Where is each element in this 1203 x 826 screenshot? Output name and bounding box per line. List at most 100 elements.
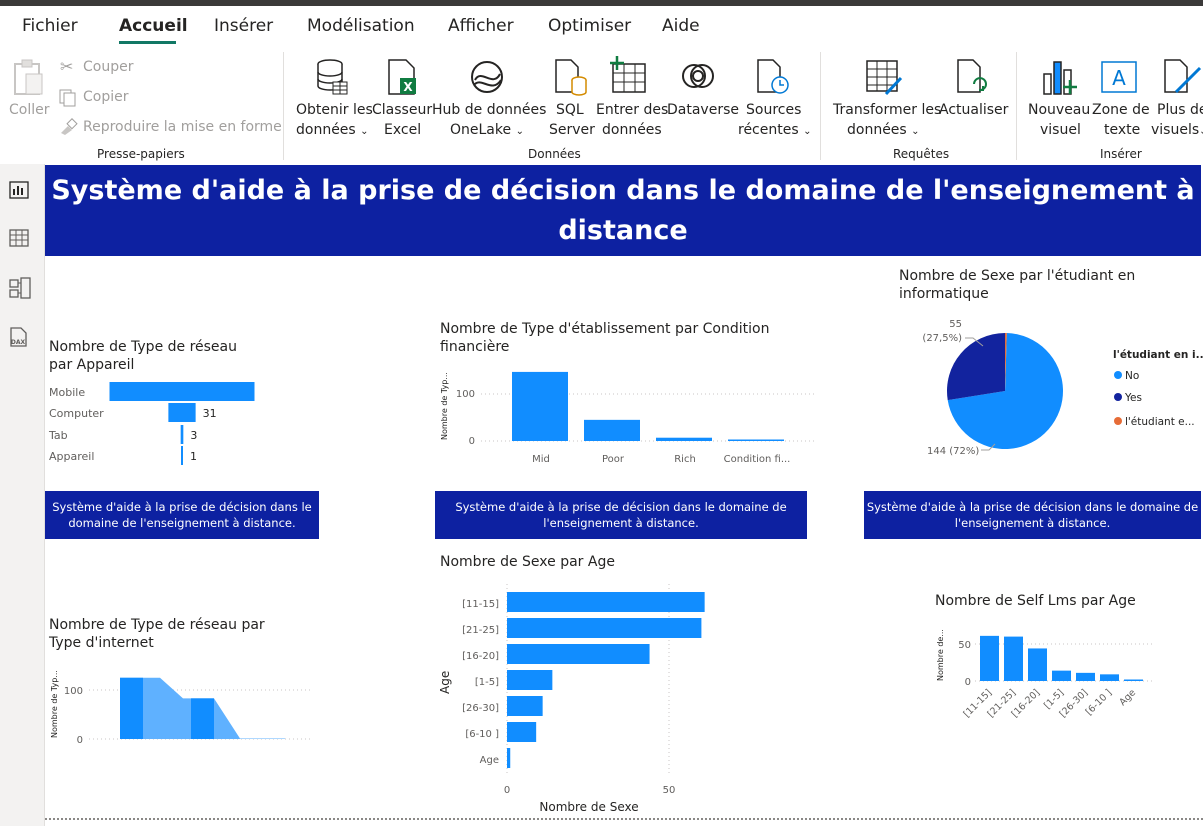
category-label-tab: Tab [48, 429, 68, 442]
refresh-label: Actualiser [939, 102, 1009, 118]
bar-mobile[interactable] [109, 382, 255, 401]
bar-tab[interactable] [180, 425, 184, 444]
column-chart-self-lms: Nombre de... 50 0 [11-15][21-25][16-20][… [936, 629, 1155, 720]
pie-chart-it-student: 55 (27,5%) 144 (72%) l'étudiant en i... … [922, 319, 1203, 457]
menu-afficher[interactable]: Afficher [448, 16, 514, 36]
menu-bar: Fichier Accueil Insérer Modélisation Aff… [0, 6, 1203, 46]
column-self-lms-1[interactable] [1004, 636, 1023, 681]
excel-label-2: Excel [384, 122, 422, 138]
bar-age-6[interactable] [507, 748, 511, 768]
transform-label: Transformer les [833, 102, 942, 118]
menu-accueil[interactable]: Accueil [119, 16, 188, 36]
visual-title: Nombre de Type d'établissement par Condi… [440, 321, 770, 355]
y-tick-50: 50 [958, 640, 971, 651]
data-label-yes-pct: (27,5%) [922, 333, 962, 344]
menu-aide[interactable]: Aide [662, 16, 700, 36]
bar-appareil[interactable] [181, 446, 183, 465]
visual-title: Nombre de Sexe par Age [440, 554, 615, 570]
chevron-down-icon: ⌄ [360, 126, 369, 137]
area-highlight [120, 677, 143, 739]
bar-age-3[interactable] [507, 670, 553, 690]
column-condition[interactable] [728, 439, 784, 442]
legend-item-yes[interactable]: Yes [1124, 392, 1142, 404]
new-visual-label-2: visuel [1040, 122, 1081, 138]
paintbrush-icon [61, 118, 78, 135]
transform-data-icon [866, 60, 903, 96]
data-label-no: 144 (72%) [927, 446, 979, 457]
sql-label-2: Server [549, 122, 595, 138]
column-self-lms-5[interactable] [1100, 674, 1119, 681]
column-poor[interactable] [584, 419, 640, 441]
menu-modelisation[interactable]: Modélisation [307, 16, 415, 36]
get-data-label-2: données [296, 122, 356, 138]
bar-age-0[interactable] [507, 592, 705, 612]
x-tick-50: 50 [663, 785, 676, 796]
dax-query-view-icon[interactable]: DAX [8, 326, 32, 350]
legend-item-no[interactable]: No [1125, 370, 1139, 382]
data-label-yes-count: 55 [949, 319, 962, 330]
recent-sources-icon [757, 59, 789, 94]
onelake-icon [471, 61, 503, 93]
bar-age-4[interactable] [507, 696, 543, 716]
bar-age-2[interactable] [507, 644, 650, 664]
view-switcher: DAX [0, 164, 45, 826]
onelake-label: Hub de données [432, 102, 547, 118]
svg-text:A: A [1112, 66, 1126, 90]
new-visual-label: Nouveau [1028, 102, 1091, 118]
ribbon-separator [820, 52, 821, 160]
table-view-icon[interactable] [8, 228, 30, 248]
column-self-lms-6[interactable] [1124, 679, 1143, 682]
excel-label: Classeur [372, 102, 433, 118]
column-self-lms-4[interactable] [1076, 672, 1095, 681]
get-data-label: Obtenir les [296, 102, 373, 118]
bar-age-5[interactable] [507, 722, 537, 742]
bar-chart-age: Age [11-15] [21-25] [16-20] [1-5] [26-30… [438, 584, 705, 814]
onelake-label-2: OneLake [450, 122, 512, 138]
copy-label: Copier [83, 89, 129, 105]
legend-item-other[interactable]: l'étudiant e... [1125, 416, 1195, 428]
caption-box-right: Système d'aide à la prise de décision da… [864, 491, 1201, 539]
model-view-icon[interactable] [8, 276, 32, 300]
transform-label-2: données [847, 122, 907, 138]
chevron-down-icon: ⌄ [911, 126, 920, 137]
insert-group-label: Insérer [1100, 147, 1142, 161]
textbox-label: Zone de [1092, 102, 1150, 118]
data-label-tab: 3 [190, 429, 197, 442]
report-canvas: Système d'aide à la prise de décision da… [45, 164, 1203, 826]
menu-inserer[interactable]: Insérer [214, 16, 273, 36]
category-label: [6-10 ] [465, 729, 499, 740]
column-self-lms-0[interactable] [980, 635, 999, 681]
recent-sources-label-2: récentes [738, 122, 799, 138]
y-tick-100: 100 [64, 686, 83, 697]
cut-label: Couper [83, 59, 134, 75]
svg-text:X: X [403, 80, 413, 94]
dataverse-label: Dataverse [667, 102, 739, 118]
category-label: [16-20] [462, 651, 499, 662]
column-mid[interactable] [512, 371, 568, 441]
y-tick-100: 100 [456, 389, 475, 400]
area-highlight [191, 698, 214, 739]
ribbon: Coller ✂ Couper Copier Reproduire la mis… [0, 46, 1203, 165]
column-self-lms-3[interactable] [1052, 670, 1071, 681]
y-tick-0: 0 [469, 436, 475, 447]
legend-title: l'étudiant en i... [1113, 349, 1203, 361]
category-label: [11-15] [462, 599, 499, 610]
report-view-icon[interactable] [8, 180, 30, 200]
x-axis-title: Nombre de Sexe [539, 800, 638, 814]
bar-computer[interactable] [168, 403, 196, 422]
category-label: [1-5] [475, 677, 499, 688]
format-painter-label: Reproduire la mise en forme [83, 119, 282, 135]
more-visuals-icon [1164, 59, 1202, 94]
column-rich[interactable] [656, 437, 712, 441]
textbox-label-2: texte [1104, 122, 1141, 138]
column-self-lms-2[interactable] [1028, 648, 1047, 681]
clipboard-group-label: Presse-papiers [97, 147, 185, 161]
menu-fichier[interactable]: Fichier [22, 16, 78, 36]
menu-optimiser[interactable]: Optimiser [548, 16, 631, 36]
more-visuals-label-2: visuels [1151, 122, 1200, 138]
bar-age-1[interactable] [507, 618, 702, 638]
refresh-icon [957, 59, 987, 93]
bar-chart-device: Mobile Computer Tab Appareil 31 3 1 [48, 382, 255, 465]
active-tab-indicator [119, 41, 176, 44]
y-tick-0: 0 [77, 735, 83, 746]
